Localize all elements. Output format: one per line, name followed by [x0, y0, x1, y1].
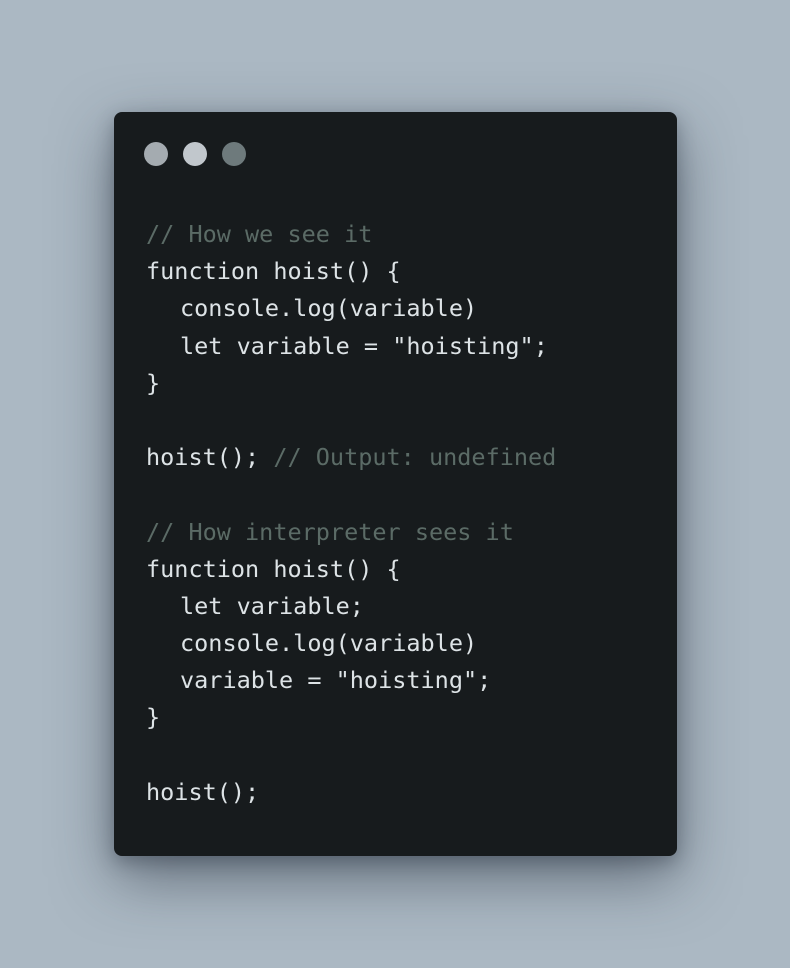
- code-text: console.log(variable): [180, 294, 478, 323]
- code-line: variable = "hoisting";: [146, 662, 556, 699]
- code-text: let variable = "hoisting";: [180, 331, 548, 360]
- code-text: }: [146, 368, 161, 397]
- code-text: hoist();: [146, 443, 274, 472]
- code-line: function hoist() {: [146, 253, 556, 290]
- code-text: variable = "hoisting";: [180, 666, 492, 695]
- code-line: // How interpreter sees it: [146, 514, 556, 551]
- window-dot-1: [144, 142, 168, 166]
- code-text: hoist();: [146, 777, 260, 806]
- window-dot-2: [183, 142, 207, 166]
- code-line: }: [146, 699, 556, 736]
- window-dot-3: [222, 142, 246, 166]
- code-comment: // Output: undefined: [273, 443, 557, 472]
- code-text: }: [146, 703, 161, 732]
- code-text: console.log(variable): [180, 629, 478, 658]
- code-line: hoist();: [146, 774, 556, 811]
- code-line: }: [146, 365, 556, 402]
- code-window: // How we see it function hoist() { consol…: [114, 112, 677, 856]
- window-controls: [144, 142, 261, 166]
- code-line: hoist(); // Output: undefined: [146, 439, 556, 476]
- code-line: // How we see it: [146, 216, 556, 253]
- code-text: function hoist() {: [146, 554, 401, 583]
- code-block: // How we see it function hoist() { consol…: [146, 216, 556, 811]
- code-text: let variable;: [180, 591, 364, 620]
- code-comment: // How interpreter sees it: [146, 517, 514, 546]
- code-line: console.log(variable): [146, 290, 556, 327]
- code-line: let variable = "hoisting";: [146, 328, 556, 365]
- code-text: function hoist() {: [146, 257, 401, 286]
- code-comment: // How we see it: [146, 220, 373, 248]
- code-line: console.log(variable): [146, 625, 556, 662]
- code-line: let variable;: [146, 588, 556, 625]
- code-line: function hoist() {: [146, 551, 556, 588]
